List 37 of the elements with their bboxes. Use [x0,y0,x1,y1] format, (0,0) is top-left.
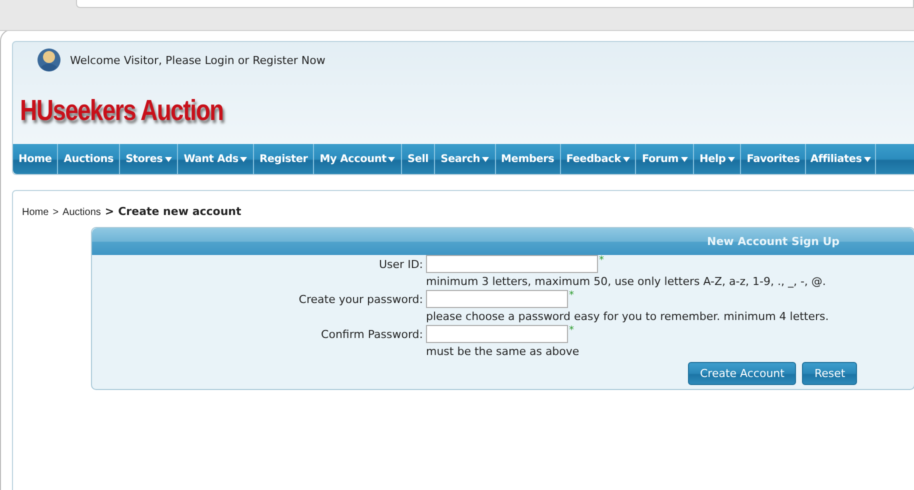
nav-item[interactable]: Sell [402,144,436,174]
input-field[interactable] [426,290,568,308]
nav-item[interactable]: Members [496,144,561,174]
nav-item[interactable]: Register [254,144,314,174]
nav-item[interactable]: Forum [636,144,694,174]
field-hint: must be the same as above [426,345,580,358]
nav-item[interactable]: Want Ads [178,144,254,174]
required-mark: * [569,290,574,301]
nav-item[interactable]: Favorites [741,144,806,174]
field-label: Create your password: [298,292,423,308]
site-logo[interactable]: HUseekers Auction [20,95,754,133]
nav-item[interactable]: My Account [314,144,402,174]
breadcrumb-link[interactable]: Auctions [62,207,101,218]
nav-item[interactable]: Affiliates [806,144,876,174]
input-field[interactable] [426,255,598,273]
user-avatar-icon [37,48,61,72]
field-label: Confirm Password: [320,327,423,343]
breadcrumb-separator: > [104,205,114,218]
field-hint: minimum 3 letters, maximum 50, use only letters A-Z, a-z, 1-9, ., _, -, @. [426,275,827,288]
breadcrumb-link[interactable]: Home [22,207,49,218]
field-label: User ID: [378,257,423,273]
welcome-message: Welcome Visitor, Please Login or Register Now [70,54,326,66]
nav-item[interactable]: Auctions [58,144,120,174]
reset-button[interactable]: Reset [802,362,858,385]
input-field[interactable] [426,325,568,343]
breadcrumb-current: Create new account [118,205,242,218]
nav-item[interactable]: Stores [120,144,178,174]
required-mark: * [569,325,574,336]
required-mark: * [599,255,604,266]
panel-title: New Account Sign Up [92,228,914,255]
nav-item[interactable]: Home [13,144,58,174]
breadcrumb-separator: > [52,207,59,218]
nav-item[interactable]: Help [694,144,742,174]
nav-item[interactable]: Search [435,144,496,174]
create-account-button[interactable]: Create Account [688,362,796,385]
field-hint: please choose a password easy for you to remember. minimum 4 letters. [426,310,830,323]
nav-item[interactable]: Feedback [560,144,636,174]
